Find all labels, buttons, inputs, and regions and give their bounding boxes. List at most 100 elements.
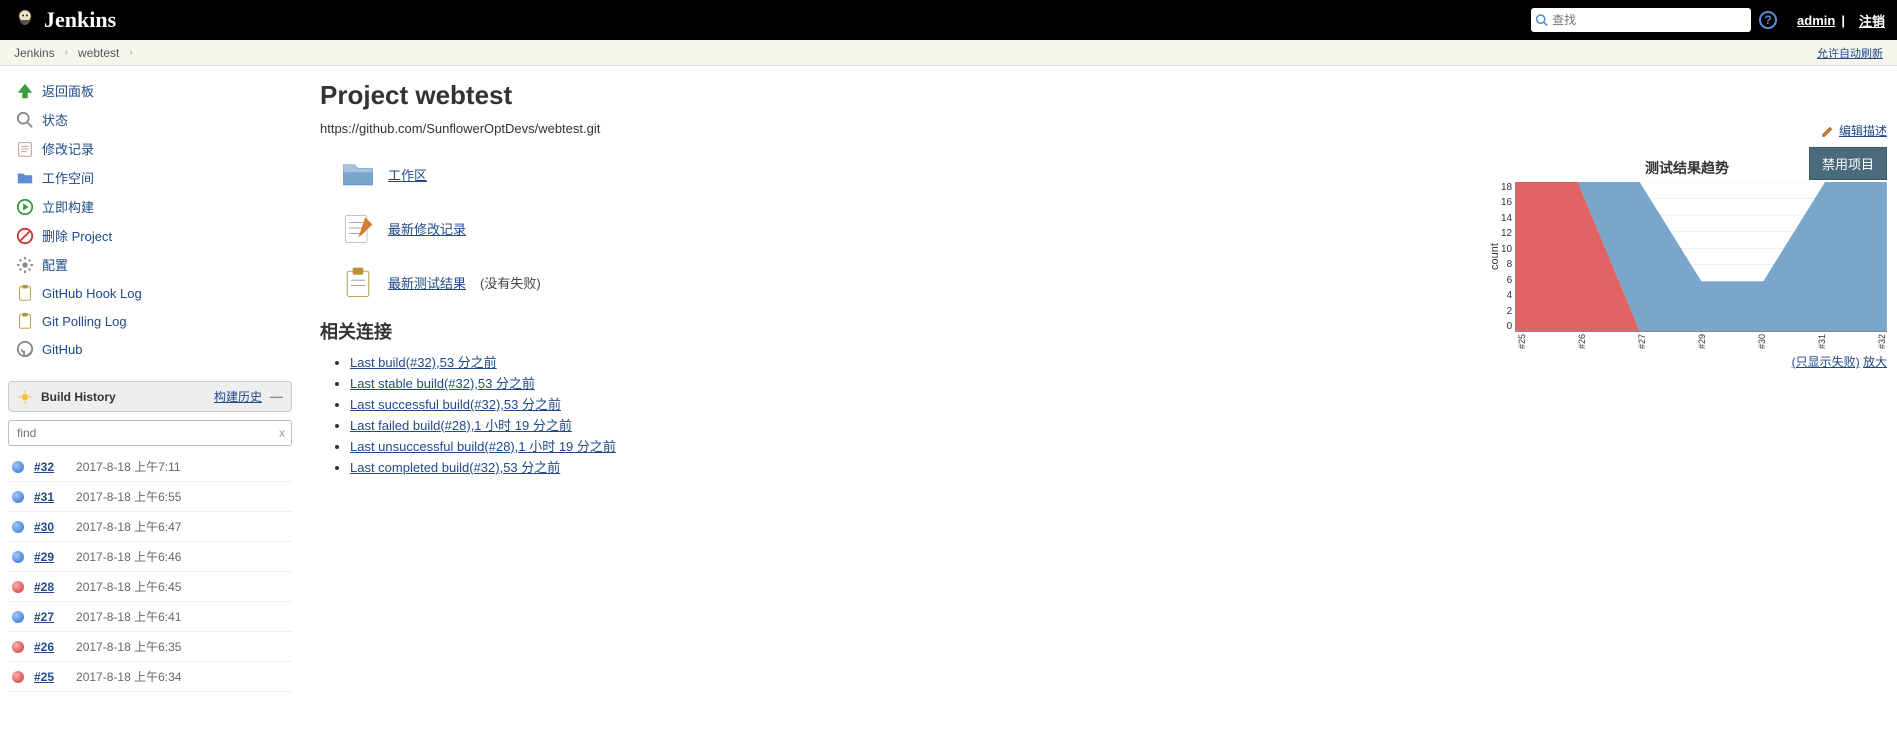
build-number-link[interactable]: #26 — [34, 640, 54, 654]
build-row[interactable]: #28 2017-8-18 上午6:45 — [8, 572, 292, 602]
status-ball-icon — [12, 461, 24, 473]
search-icon — [1535, 13, 1548, 27]
build-row[interactable]: #312017-8-18 上午6:55 — [8, 482, 292, 512]
search-icon — [16, 111, 34, 129]
chevron-right-icon: › — [129, 47, 132, 58]
clipboard-icon — [340, 264, 376, 300]
build-time: 2017-8-18 上午7:11 — [76, 458, 181, 475]
gear-icon — [16, 256, 34, 274]
build-row[interactable]: #30 2017-8-18 上午6:47 — [8, 512, 292, 542]
pencil-icon — [1821, 124, 1835, 138]
build-history-find[interactable]: x — [8, 420, 292, 446]
sidebar-item-label: 状态 — [42, 110, 68, 129]
build-history-list: #322017-8-18 上午7:11#312017-8-18 上午6:55#3… — [8, 452, 292, 692]
status-ball-icon — [12, 491, 24, 503]
folder-icon — [16, 169, 34, 187]
build-number-link[interactable]: #28 — [34, 580, 54, 594]
permalink-link[interactable]: Last unsuccessful build(#28),1 小时 19 分之前 — [350, 439, 616, 454]
sidebar-item-label: 修改记录 — [42, 139, 94, 158]
permalink-item: Last successful build(#32),53 分之前 — [350, 394, 1877, 413]
breadcrumb-item[interactable]: Jenkins — [14, 46, 55, 60]
sidebar-item-build-now[interactable]: 立即构建 — [8, 192, 292, 221]
search-box[interactable] — [1531, 8, 1751, 32]
notepad-icon — [16, 140, 34, 158]
build-number-link[interactable]: #32 — [34, 460, 54, 474]
chart-plot — [1515, 182, 1887, 332]
brand-text: Jenkins — [44, 7, 116, 33]
help-icon[interactable]: ? — [1759, 11, 1777, 29]
user-link[interactable]: admin — [1797, 13, 1835, 28]
sidebar-item-github-hook[interactable]: GitHub Hook Log — [8, 279, 292, 307]
main-panel: Project webtest https://github.com/Sunfl… — [300, 66, 1897, 702]
edit-description-link[interactable]: 编辑描述 — [1821, 122, 1887, 139]
permalink-item: Last unsuccessful build(#28),1 小时 19 分之前 — [350, 436, 1877, 455]
logout-link[interactable]: 注销 — [1859, 11, 1885, 30]
breadcrumb: Jenkins › webtest › 允许自动刷新 — [0, 40, 1897, 66]
build-number-link[interactable]: #27 — [34, 610, 54, 624]
sidebar-item-github[interactable]: GitHub — [8, 335, 292, 363]
auto-refresh-link[interactable]: 允许自动刷新 — [1817, 48, 1883, 60]
sidebar-item-label: 配置 — [42, 255, 68, 274]
sidebar-item-label: 立即构建 — [42, 197, 94, 216]
build-trend-link[interactable]: 构建历史 — [214, 388, 262, 405]
chart-ylabel: count — [1487, 182, 1501, 332]
sidebar-item-delete[interactable]: 删除 Project — [8, 221, 292, 250]
sidebar-item-configure[interactable]: 配置 — [8, 250, 292, 279]
build-number-link[interactable]: #29 — [34, 550, 54, 564]
permalink-item: Last completed build(#32),53 分之前 — [350, 457, 1877, 476]
build-number-link[interactable]: #25 — [34, 670, 54, 684]
sidebar-item-label: GitHub — [42, 342, 82, 357]
build-history-title: Build History — [41, 390, 116, 404]
permalink-link[interactable]: Last completed build(#32),53 分之前 — [350, 460, 560, 475]
permalink-link[interactable]: Last failed build(#28),1 小时 19 分之前 — [350, 418, 572, 433]
status-ball-icon — [12, 581, 24, 593]
sun-icon — [17, 389, 33, 405]
status-ball-icon — [12, 521, 24, 533]
status-ball-icon — [12, 671, 24, 683]
build-number-link[interactable]: #31 — [34, 490, 54, 504]
build-time: 2017-8-18 上午6:46 — [76, 548, 181, 565]
build-row[interactable]: #252017-8-18 上午6:34 — [8, 662, 292, 692]
chart-xaxis: #25#26#27#29#30#31#32 — [1487, 334, 1887, 349]
github-icon — [16, 340, 34, 358]
up-arrow-icon — [16, 82, 34, 100]
sidebar-item-status[interactable]: 状态 — [8, 105, 292, 134]
chart-zoom-link[interactable]: 放大 — [1863, 355, 1887, 369]
build-row[interactable]: #32 2017-8-18 上午7:11 — [8, 452, 292, 482]
build-row[interactable]: #27 2017-8-18 上午6:41 — [8, 602, 292, 632]
clipboard-icon — [16, 284, 34, 302]
status-ball-icon — [12, 551, 24, 563]
clipboard-icon — [16, 312, 34, 330]
build-time: 2017-8-18 上午6:45 — [76, 578, 181, 595]
clear-icon[interactable]: x — [279, 426, 285, 440]
sidebar: 返回面板 状态 修改记录 工作空间 立即构建 删除 Project 配置 Gi — [0, 66, 300, 702]
build-row[interactable]: #29 2017-8-18 上午6:46 — [8, 542, 292, 572]
page-title: Project webtest — [320, 80, 1877, 111]
build-row[interactable]: #26 2017-8-18 上午6:35 — [8, 632, 292, 662]
sidebar-item-git-polling[interactable]: Git Polling Log — [8, 307, 292, 335]
jenkins-icon — [12, 7, 38, 33]
breadcrumb-item[interactable]: webtest — [78, 46, 119, 60]
repo-url: https://github.com/SunflowerOptDevs/webt… — [320, 121, 1877, 136]
sidebar-item-label: Git Polling Log — [42, 314, 127, 329]
sidebar-item-label: 工作空间 — [42, 168, 94, 187]
build-time: 2017-8-18 上午6:41 — [76, 608, 181, 625]
chart-only-failures-link[interactable]: (只显示失败) — [1792, 355, 1860, 369]
build-time: 2017-8-18 上午6:35 — [76, 638, 181, 655]
sidebar-item-workspace[interactable]: 工作空间 — [8, 163, 292, 192]
build-number-link[interactable]: #30 — [34, 520, 54, 534]
permalink-link[interactable]: Last stable build(#32),53 分之前 — [350, 376, 535, 391]
permalink-item: Last stable build(#32),53 分之前 — [350, 373, 1877, 392]
logo[interactable]: Jenkins — [12, 7, 116, 33]
build-find-input[interactable] — [15, 423, 279, 443]
collapse-icon[interactable]: — — [270, 389, 283, 404]
build-time: 2017-8-18 上午6:47 — [76, 518, 181, 535]
search-input[interactable] — [1548, 11, 1747, 29]
chart-yaxis: 181614121086420 — [1501, 182, 1515, 332]
permalink-link[interactable]: Last successful build(#32),53 分之前 — [350, 397, 561, 412]
permalink-link[interactable]: Last build(#32),53 分之前 — [350, 355, 497, 370]
sidebar-item-changes[interactable]: 修改记录 — [8, 134, 292, 163]
sidebar-item-label: 返回面板 — [42, 81, 94, 100]
folder-icon — [340, 156, 376, 192]
sidebar-item-back[interactable]: 返回面板 — [8, 76, 292, 105]
